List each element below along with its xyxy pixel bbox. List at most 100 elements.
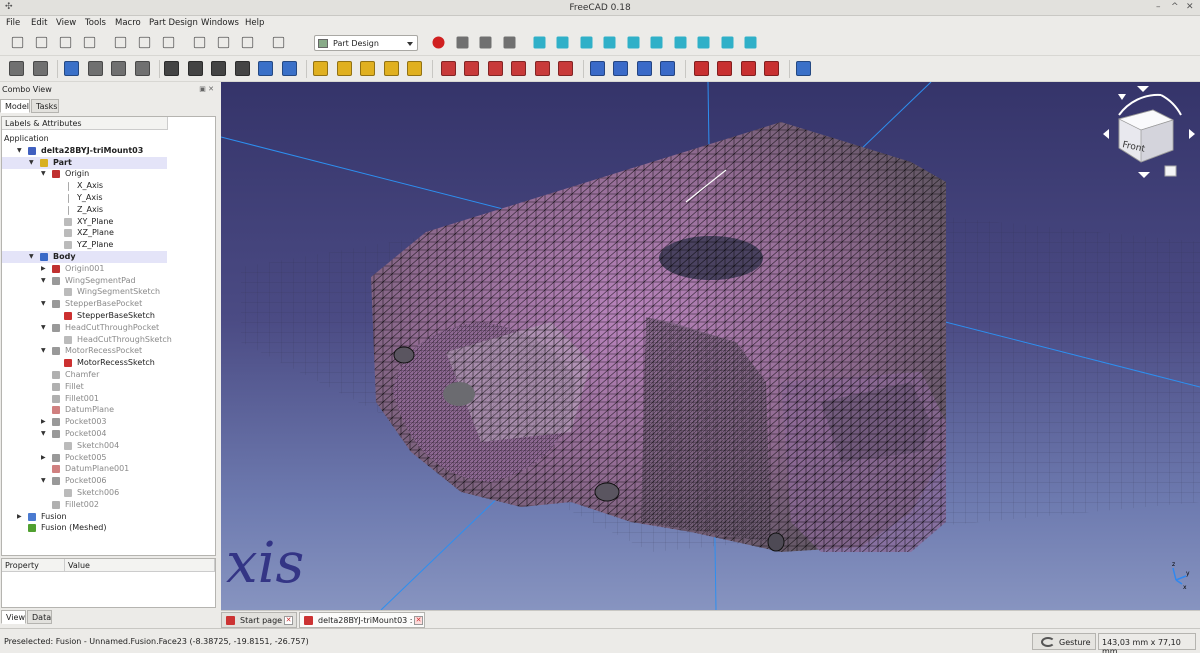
polar-pattern-icon[interactable] xyxy=(636,61,652,76)
dock-buttons[interactable]: ▣ ✕ xyxy=(199,85,214,93)
tree-item[interactable]: Chamfer xyxy=(2,369,167,381)
whats-this-icon[interactable] xyxy=(272,36,285,49)
fillet-icon[interactable] xyxy=(693,61,709,76)
boolean-icon[interactable] xyxy=(795,61,811,76)
macros-icon[interactable] xyxy=(479,36,492,49)
tree-item[interactable]: Fusion (Meshed) xyxy=(2,522,167,534)
chevron-right-icon[interactable]: ▶ xyxy=(41,452,46,464)
fit-all-icon[interactable] xyxy=(533,36,545,49)
chevron-right-icon[interactable]: ▶ xyxy=(17,511,22,523)
model-tree[interactable]: Labels & Attributes Application ▼ delta28B… xyxy=(1,116,216,556)
chevron-down-icon[interactable]: ▼ xyxy=(41,475,46,487)
chevron-down-icon[interactable]: ▼ xyxy=(41,298,46,310)
chevron-down-icon[interactable]: ▼ xyxy=(29,157,34,169)
tab-view[interactable]: View xyxy=(1,610,26,624)
tab-model[interactable]: Model xyxy=(0,99,30,113)
additive-pipe-icon[interactable] xyxy=(383,61,399,76)
tab-data[interactable]: Data xyxy=(27,610,52,624)
view-left-icon[interactable] xyxy=(721,36,733,49)
tree-item[interactable]: ▼ HeadCutThroughPocket xyxy=(2,322,167,334)
view-right-icon[interactable] xyxy=(650,36,663,49)
view-bottom-icon[interactable] xyxy=(697,36,710,49)
tab-tasks[interactable]: Tasks xyxy=(31,99,59,113)
paste-icon[interactable] xyxy=(162,36,175,49)
navigation-style-button[interactable]: Gesture xyxy=(1032,633,1096,650)
point-icon[interactable] xyxy=(164,61,179,76)
tree-item[interactable]: ▶ Origin001 xyxy=(2,263,167,275)
maximize-icon[interactable]: ^ xyxy=(1171,2,1179,12)
tab-start-page[interactable]: Start page ✕ xyxy=(221,612,297,628)
draft-icon[interactable] xyxy=(740,61,756,76)
tree-item[interactable]: XY_Plane xyxy=(2,216,167,228)
chevron-down-icon[interactable]: ▼ xyxy=(29,251,34,263)
chevron-down-icon[interactable]: ▼ xyxy=(41,322,46,334)
tree-item[interactable]: Z_Axis xyxy=(2,204,167,216)
execute-macro-icon[interactable] xyxy=(503,36,515,49)
chevron-down-icon[interactable]: ▼ xyxy=(41,345,46,357)
groove-icon[interactable] xyxy=(487,61,503,76)
tree-item[interactable]: ▼ MotorRecessPocket xyxy=(2,345,167,357)
tree-item[interactable]: DatumPlane xyxy=(2,404,167,416)
3d-viewport[interactable]: xis Front z y x xyxy=(221,82,1200,610)
map-sketch-icon[interactable] xyxy=(134,61,150,76)
shape-binder-icon[interactable] xyxy=(258,61,273,76)
mirrored-icon[interactable] xyxy=(589,61,605,76)
chevron-down-icon[interactable]: ▼ xyxy=(17,145,22,157)
chamfer-icon[interactable] xyxy=(717,61,732,76)
minimize-icon[interactable]: – xyxy=(1156,2,1161,12)
tree-item[interactable]: ▼ Pocket004 xyxy=(2,428,167,440)
close-icon[interactable]: ✕ xyxy=(414,616,423,625)
menu-macro[interactable]: Macro xyxy=(115,18,141,28)
3d-scene[interactable]: xis Front z y x xyxy=(221,82,1200,610)
subtractive-pipe-icon[interactable] xyxy=(534,61,550,76)
save-icon[interactable] xyxy=(59,36,72,49)
view-top-icon[interactable] xyxy=(627,36,639,49)
pad-icon[interactable] xyxy=(313,61,328,76)
mesh-model[interactable] xyxy=(371,122,946,552)
tree-item[interactable]: ▼ WingSegmentPad xyxy=(2,275,167,287)
tree-item[interactable]: YZ_Plane xyxy=(2,239,167,251)
clone-icon[interactable] xyxy=(281,61,297,76)
close-icon[interactable]: ✕ xyxy=(284,616,293,625)
nav-arrow-up-icon[interactable] xyxy=(1137,86,1149,92)
hole-icon[interactable] xyxy=(464,61,479,76)
stop-macro-icon[interactable] xyxy=(456,36,468,49)
chevron-right-icon[interactable]: ▶ xyxy=(41,416,46,428)
datum-plane-icon[interactable] xyxy=(211,61,226,76)
refresh-icon[interactable] xyxy=(241,36,254,49)
nav-arrow-right-icon[interactable] xyxy=(1189,129,1195,139)
tree-item[interactable]: Sketch004 xyxy=(2,440,167,452)
linear-pattern-icon[interactable] xyxy=(613,61,628,76)
print-icon[interactable] xyxy=(83,36,96,49)
tree-item[interactable]: ▼ Body xyxy=(2,251,167,263)
create-part-icon[interactable] xyxy=(9,61,24,76)
create-sketch-icon[interactable] xyxy=(87,61,103,76)
view-rear-icon[interactable] xyxy=(674,36,686,49)
tree-item[interactable]: ▼ Origin xyxy=(2,168,167,180)
menu-part-design[interactable]: Part Design xyxy=(149,18,198,28)
tree-item[interactable]: Fillet002 xyxy=(2,499,167,511)
new-icon[interactable] xyxy=(11,36,24,49)
tab-document[interactable]: delta28BYJ-triMount03 : 1 ✕ xyxy=(299,612,425,628)
tree-item[interactable]: ▶ Pocket003 xyxy=(2,416,167,428)
tree-item[interactable]: StepperBaseSketch xyxy=(2,310,167,322)
menu-edit[interactable]: Edit xyxy=(31,18,47,28)
additive-primitive-icon[interactable] xyxy=(407,61,422,76)
tree-item[interactable]: Fillet001 xyxy=(2,393,167,405)
tree-item[interactable]: Sketch006 xyxy=(2,487,167,499)
chevron-down-icon[interactable]: ▼ xyxy=(41,428,46,440)
chevron-down-icon[interactable]: ▼ xyxy=(41,275,46,287)
tree-item[interactable]: ▶ Fusion xyxy=(2,511,167,523)
pocket-icon[interactable] xyxy=(440,61,456,76)
menu-windows[interactable]: Windows xyxy=(201,18,239,28)
thickness-icon[interactable] xyxy=(764,61,779,76)
undo-icon[interactable] xyxy=(193,36,206,49)
tree-item[interactable]: DatumPlane001 xyxy=(2,463,167,475)
tree-item[interactable]: WingSegmentSketch xyxy=(2,286,167,298)
tree-item[interactable]: ▼ Pocket006 xyxy=(2,475,167,487)
tree-item[interactable]: Y_Axis xyxy=(2,192,167,204)
measure-icon[interactable] xyxy=(744,36,757,49)
chevron-down-icon[interactable]: ▼ xyxy=(41,168,46,180)
chevron-right-icon[interactable]: ▶ xyxy=(41,263,46,275)
menu-tools[interactable]: Tools xyxy=(85,18,106,28)
